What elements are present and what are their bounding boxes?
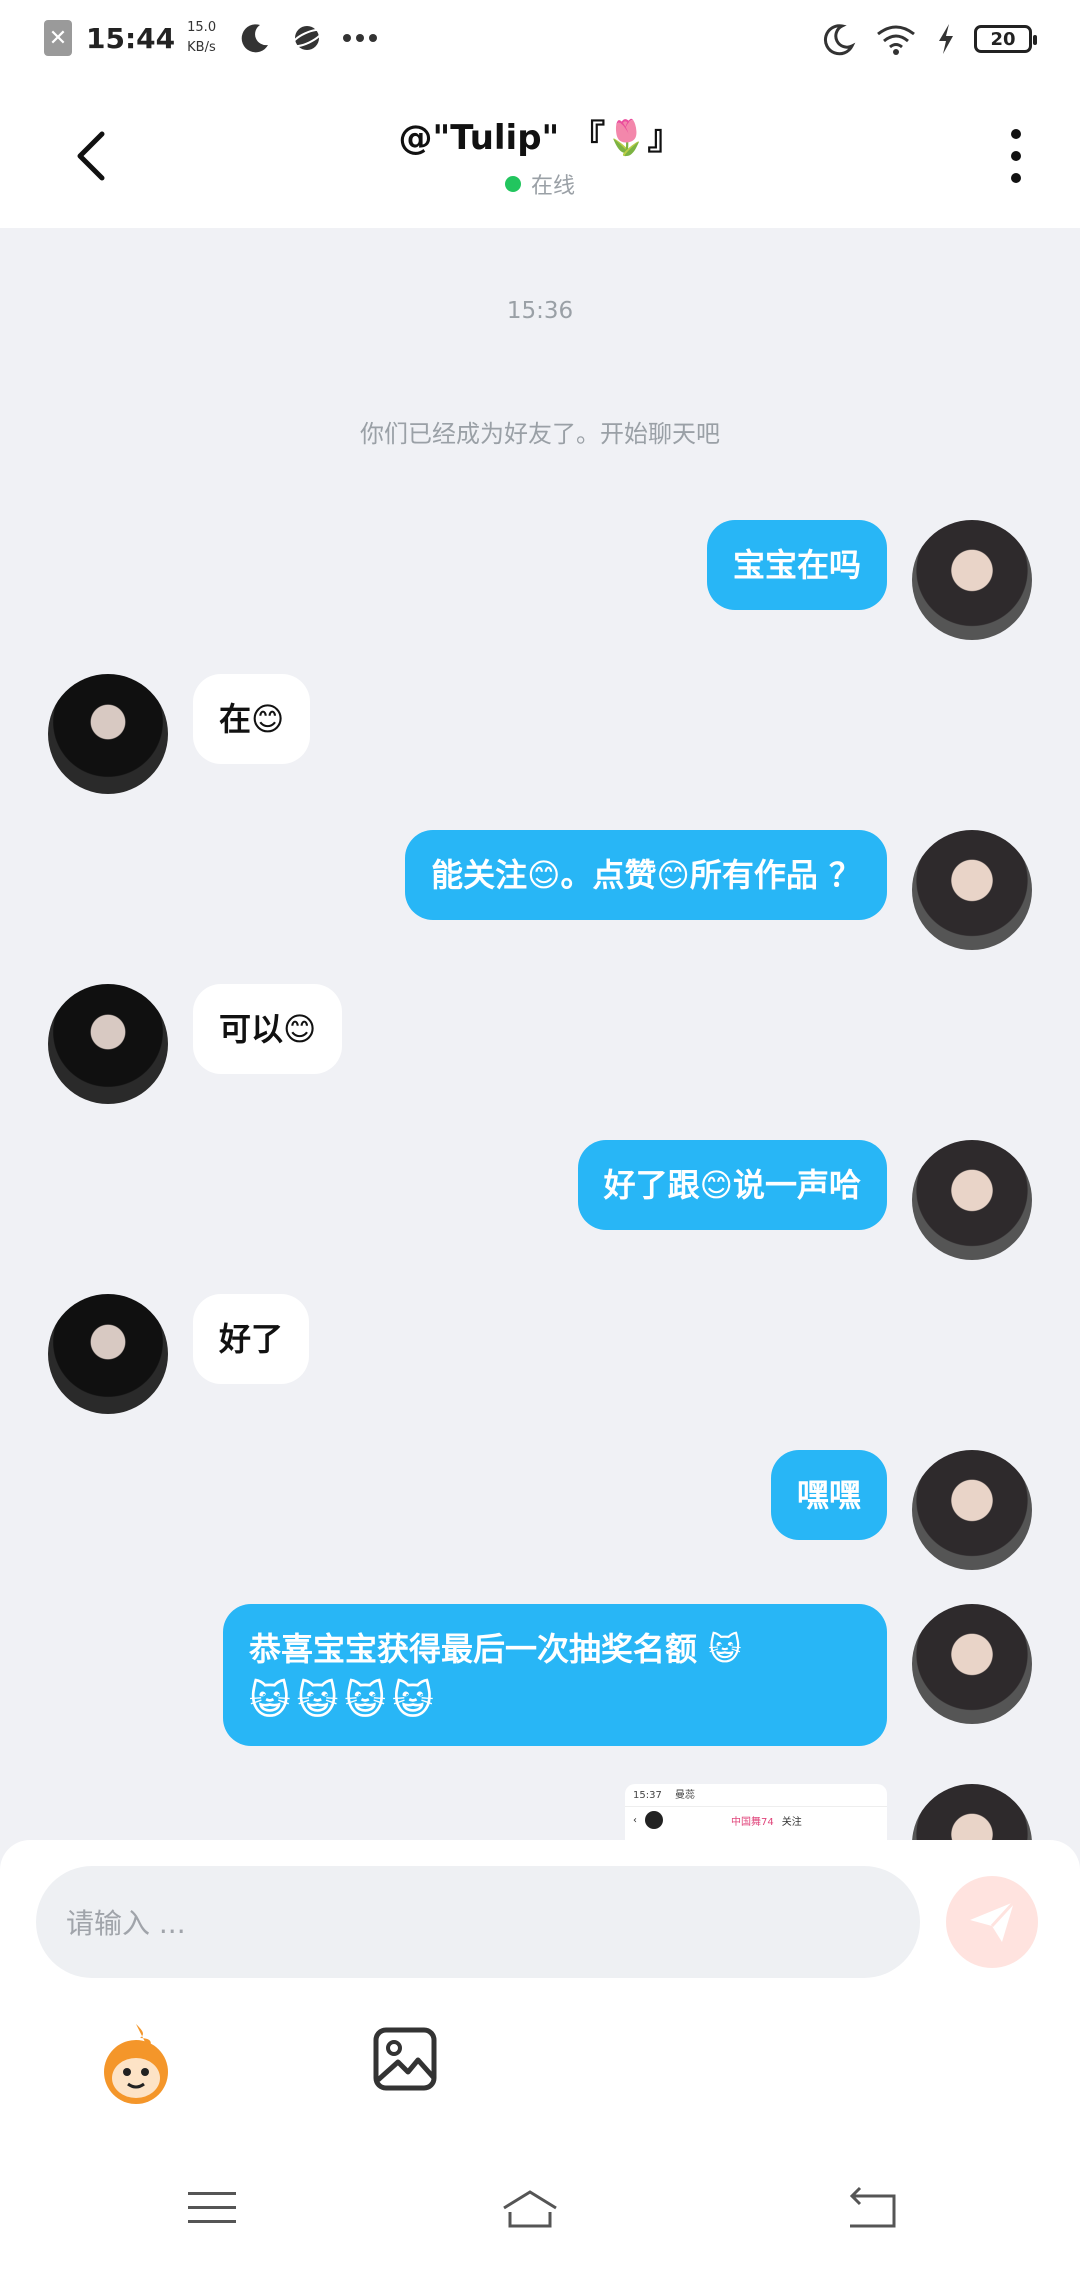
preview-avatar [645, 1811, 663, 1829]
message-bubble-sent[interactable]: 嘿嘿 [770, 1450, 887, 1540]
wifi-icon [877, 25, 915, 55]
close-notification-icon: ✕ [44, 20, 72, 56]
preview-label-2: 关注 [781, 1816, 802, 1828]
system-nav-bar [0, 2140, 1080, 2280]
chat-timestamp: 15:36 [506, 298, 574, 324]
online-status: 在线 [0, 168, 1080, 200]
message-bubble-sent[interactable]: 好了跟😊说一声哈 [577, 1140, 887, 1230]
online-status-label: 在线 [530, 174, 575, 199]
preview-time: 15:37 [633, 1790, 662, 1801]
message-input[interactable]: 请输入 ... [36, 1866, 920, 1978]
status-bar: ✕ 15:44 15.0 KB/s 20 [0, 0, 1080, 84]
chat-messages[interactable]: 15:36 你们已经成为好友了。开始聊天吧 宝宝在吗 在😊 能关注😊。点赞😊所有… [0, 228, 1080, 1840]
message-bubble-received[interactable]: 在😊 [193, 674, 311, 764]
message-text: 恭喜宝宝获得最后一次抽奖名额 😺 [249, 1630, 742, 1668]
more-options-icon[interactable] [996, 124, 1036, 188]
network-speed: 15.0 KB/s [187, 18, 216, 58]
moon-outline-icon [823, 24, 856, 56]
network-speed-value: 15.0 [187, 20, 217, 35]
moon-icon [241, 24, 269, 53]
my-avatar[interactable] [912, 1784, 1032, 1840]
preview-row: ‹ 中国舞74 关注 [625, 1807, 887, 1833]
charging-icon [939, 24, 953, 54]
input-area: 请输入 ... [0, 1840, 1080, 2280]
planet-icon [291, 26, 323, 50]
back-nav-icon[interactable] [840, 2186, 900, 2230]
mascot-sticker-icon[interactable] [90, 2020, 182, 2112]
image-message-preview[interactable]: 15:37 曼蕊 ‹ 中国舞74 关注 [625, 1784, 887, 1840]
contact-name: @"Tulip" 『🌷』 [398, 118, 682, 158]
sticker-row: 😺😺😺😺 [249, 1678, 440, 1724]
preview-status-bar: 15:37 曼蕊 [625, 1784, 887, 1807]
message-bubble-sent[interactable]: 宝宝在吗 [706, 520, 887, 610]
my-avatar[interactable] [912, 830, 1032, 950]
my-avatar[interactable] [912, 1450, 1032, 1570]
preview-label-1: 中国舞74 [731, 1816, 774, 1828]
message-bubble-received[interactable]: 可以😊 [193, 984, 343, 1074]
system-message: 你们已经成为好友了。开始聊天吧 [360, 420, 720, 448]
send-button[interactable] [946, 1876, 1038, 1968]
my-avatar[interactable] [912, 520, 1032, 640]
battery-level: 20 [990, 28, 1016, 50]
my-avatar[interactable] [912, 1140, 1032, 1260]
message-bubble-sent[interactable]: 恭喜宝宝获得最后一次抽奖名额 😺 😺😺😺😺 [223, 1604, 887, 1746]
preview-back-icon: ‹ [633, 1814, 637, 1826]
image-picker-icon[interactable] [372, 2026, 438, 2092]
preview-name: 曼蕊 [675, 1790, 696, 1801]
contact-avatar[interactable] [48, 1294, 168, 1414]
network-speed-unit: KB/s [187, 40, 216, 55]
home-icon[interactable] [500, 2186, 560, 2230]
more-dots-icon [343, 34, 378, 42]
message-bubble-received[interactable]: 好了 [193, 1294, 310, 1384]
menu-icon[interactable] [182, 2186, 242, 2230]
chat-header: @"Tulip" 『🌷』 在线 [0, 84, 1080, 228]
contact-avatar[interactable] [48, 674, 168, 794]
status-time: 15:44 [86, 21, 176, 55]
my-avatar[interactable] [912, 1604, 1032, 1724]
send-icon [970, 1900, 1016, 1942]
contact-avatar[interactable] [48, 984, 168, 1104]
online-dot-icon [504, 176, 521, 192]
battery-icon: 20 [974, 25, 1037, 53]
message-bubble-sent[interactable]: 能关注😊。点赞😊所有作品 ？ [405, 830, 887, 920]
